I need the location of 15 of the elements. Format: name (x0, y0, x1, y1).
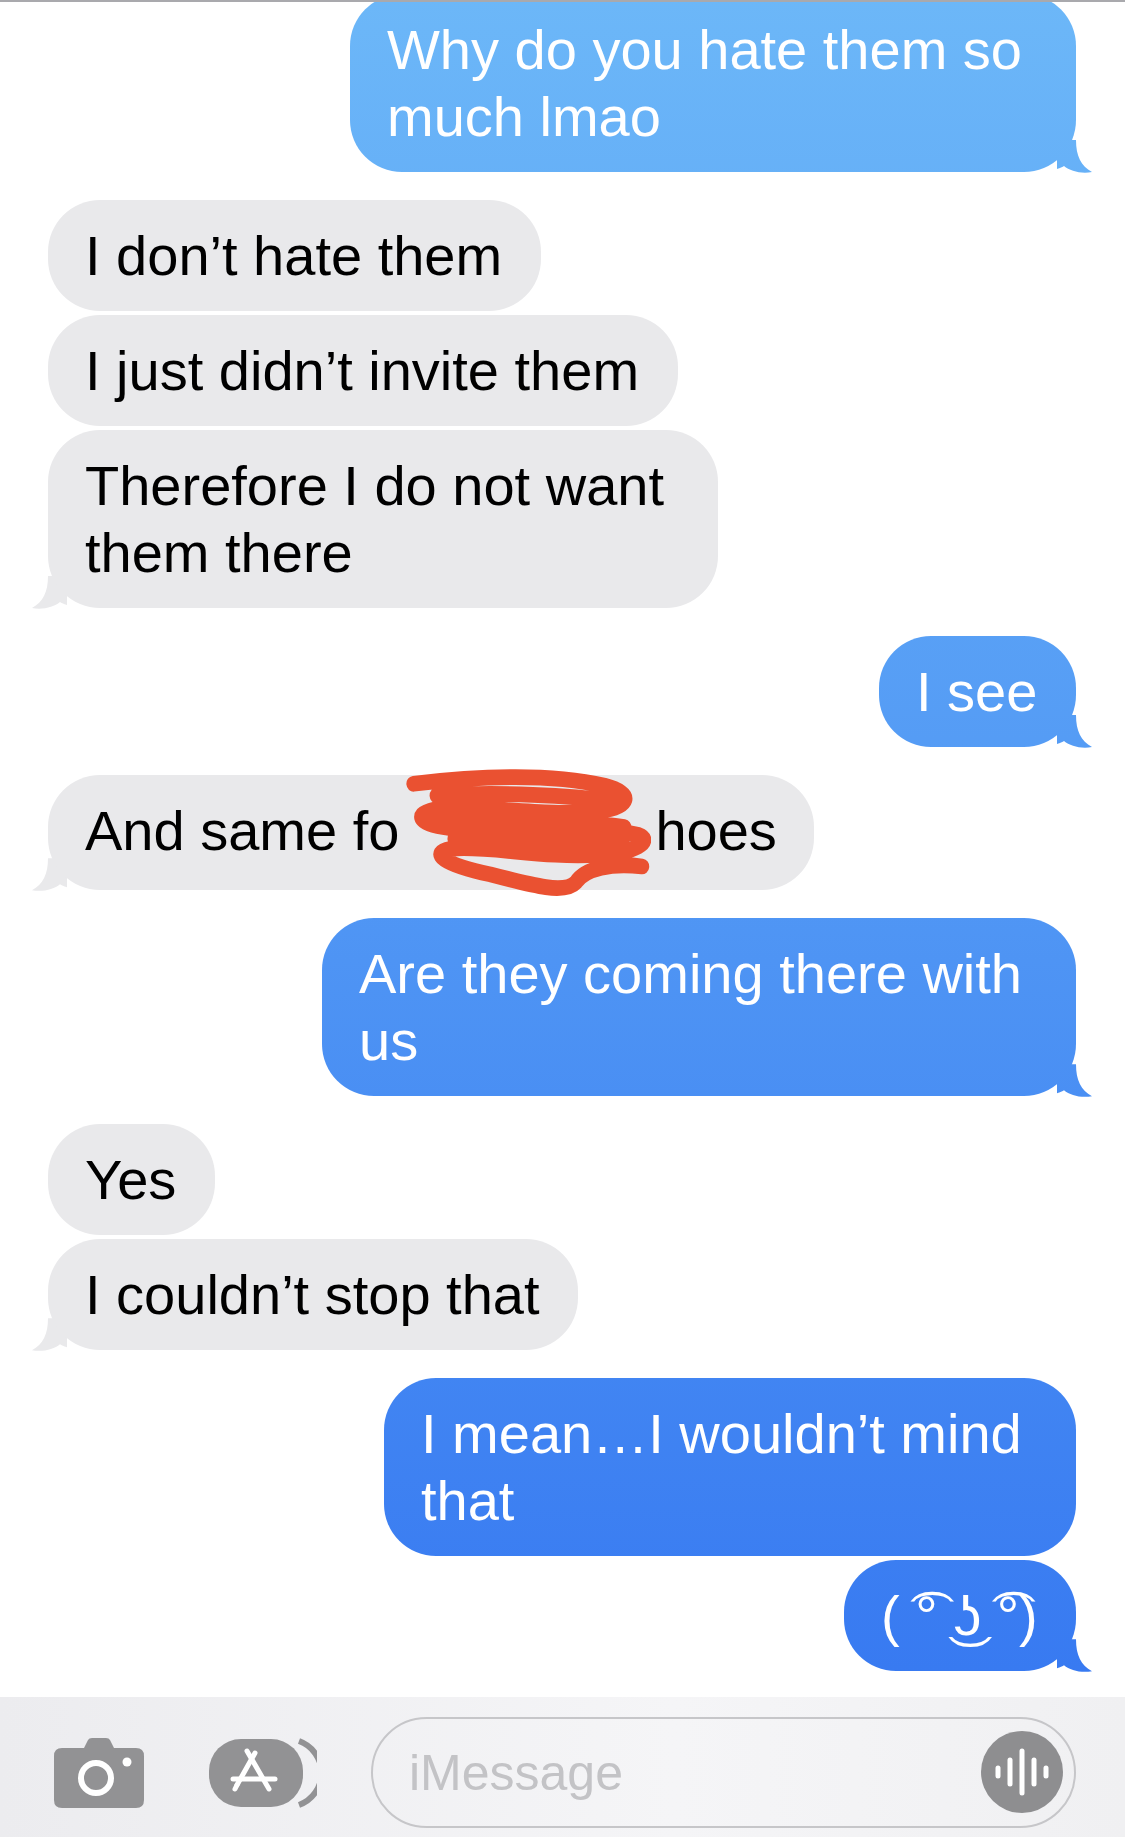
apps-icon[interactable] (209, 1736, 317, 1809)
received-message: Yes (48, 1124, 215, 1236)
sent-message: I see (879, 636, 1076, 747)
received-message: Therefore I do not want them there (48, 430, 718, 608)
sent-message: ( ͡° ͜ʖ ͡°) (844, 1560, 1076, 1672)
waveform-icon[interactable] (981, 1731, 1063, 1813)
received-message: I just didn’t invite them (48, 315, 678, 426)
sent-message: Are they coming there with us (322, 918, 1076, 1097)
sent-message: I mean…I wouldn’t mind that (384, 1378, 1076, 1557)
received-message: I couldn’t stop that (48, 1239, 578, 1351)
message-text: hoes (655, 799, 777, 862)
sent-message: Why do you hate them so much lmao (350, 0, 1076, 172)
camera-icon[interactable] (54, 1737, 144, 1808)
message-text: And same fo (85, 799, 400, 862)
received-message: I don’t hate them (48, 200, 541, 311)
